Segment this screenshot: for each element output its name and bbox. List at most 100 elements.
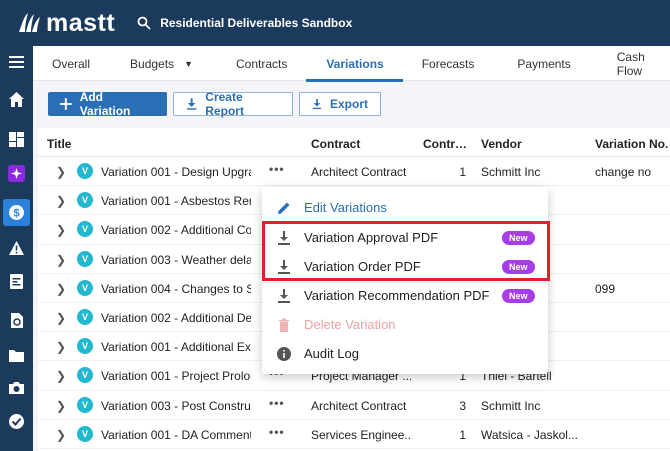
row-title[interactable]: Variation 003 - Weather delay [101,253,251,267]
camera-icon[interactable] [3,374,30,401]
menu-delete-variation[interactable]: Delete Variation [262,310,548,339]
more-options-icon[interactable]: ••• [269,396,285,410]
search-icon [137,16,151,30]
expand-chevron-icon[interactable]: ❯ [56,223,66,237]
variation-badge-icon: V [77,279,93,296]
checkmark-icon[interactable] [3,408,30,435]
expand-chevron-icon[interactable]: ❯ [56,340,66,354]
variation-badge-icon: V [77,192,93,209]
menu-audit-log[interactable]: Audit Log [262,339,548,368]
row-title[interactable]: Variation 003 - Post Construction [101,399,251,413]
table-row[interactable]: ❯ V Variation 001 - DA Comments ••• Serv… [38,420,670,449]
row-variation-no: 099 [595,281,616,296]
row-title[interactable]: Variation 002 - Additional Concrete [101,223,251,237]
info-icon [277,346,291,361]
more-options-icon[interactable]: ••• [269,425,285,439]
header-title[interactable]: Title [47,137,71,151]
logo-text: mastt [46,8,116,37]
logo[interactable]: mastt [16,9,115,38]
new-badge: New [502,289,535,303]
tab-cash-flow[interactable]: Cash Flow [590,46,670,81]
plus-icon [60,98,72,110]
menu-icon[interactable] [3,48,30,75]
tab-forecasts[interactable]: Forecasts [403,46,494,81]
left-rail: $ [0,46,33,451]
row-title[interactable]: Variation 001 - Project Prolongation [101,369,251,383]
variation-badge-icon: V [77,396,93,413]
table-row[interactable]: ❯ V Variation 001 - Design Upgrade ••• A… [38,157,670,187]
highlight-box [262,221,550,281]
row-contract: Architect Contract [311,165,407,179]
header-vendor[interactable]: Vendor [481,137,522,151]
menu-audit-label: Audit Log [304,346,359,361]
tab-contracts[interactable]: Contracts [212,46,306,81]
ai-sparkle-icon[interactable] [3,160,30,187]
trash-icon [279,318,289,332]
row-vendor: Watsica - Jaskol... [481,427,578,442]
row-title[interactable]: Variation 001 - Additional Excavation [101,340,251,354]
tab-budgets[interactable]: Budgets ▼ [109,46,212,81]
menu-edit-variations[interactable]: Edit Variations [262,193,548,222]
module-tabs: Overall Budgets ▼ Contracts Variations F… [33,46,670,82]
project-search[interactable]: Residential Deliverables Sandbox [137,16,352,30]
row-title[interactable]: Variation 001 - Design Upgrade [101,165,251,179]
add-variation-button[interactable]: Add Variation [48,90,167,118]
download-icon [278,288,290,303]
expand-chevron-icon[interactable]: ❯ [56,165,66,179]
row-contract-no: 1 [459,427,466,442]
variation-badge-icon: V [77,338,93,355]
svg-text:$: $ [13,208,19,220]
tab-payments[interactable]: Payments [493,46,589,81]
row-contract: Architect Contract [311,398,407,413]
row-contract: Services Enginee... [311,427,411,442]
create-report-button[interactable]: Create Report [173,90,293,118]
risk-warning-icon[interactable] [3,235,30,262]
variation-badge-icon: V [77,163,93,179]
header-contract[interactable]: Contract [311,137,360,151]
menu-recommendation-label: Variation Recommendation PDF [304,288,490,303]
expand-chevron-icon[interactable]: ❯ [56,194,66,208]
dashboard-icon[interactable] [3,126,30,153]
row-title[interactable]: Variation 002 - Additional Design [101,311,251,325]
toolbar: Add Variation Create Report Export [48,90,381,118]
folder-icon[interactable] [3,342,30,369]
variation-badge-icon: V [77,250,93,267]
home-icon[interactable] [3,86,30,113]
menu-edit-label: Edit Variations [304,200,387,215]
export-button[interactable]: Export [299,92,381,116]
more-options-icon[interactable]: ••• [269,162,285,176]
expand-chevron-icon[interactable]: ❯ [56,253,66,267]
expand-chevron-icon[interactable]: ❯ [56,311,66,325]
variation-badge-icon: V [77,425,93,442]
pencil-icon [278,202,290,214]
finance-dollar-icon[interactable]: $ [3,199,30,226]
expand-chevron-icon[interactable]: ❯ [56,428,66,442]
table-row[interactable]: ❯ V Variation 003 - Post Construction ••… [38,391,670,420]
download-icon [186,98,197,110]
document-icon[interactable] [3,268,30,295]
row-vendor: Schmitt Inc [481,398,541,413]
table-header: Title Contract Contr… Vendor Variation N… [38,128,670,157]
row-title[interactable]: Variation 001 - Asbestos Removal [101,194,251,208]
header-variation-no[interactable]: Variation No. [595,137,668,151]
sync-document-icon[interactable] [3,307,30,334]
row-vendor: Schmitt Inc [481,165,541,179]
tab-overall[interactable]: Overall [33,46,109,81]
menu-delete-label: Delete Variation [304,317,396,332]
create-report-label: Create Report [205,90,244,118]
variation-badge-icon: V [77,308,93,325]
tab-budgets-label: Budgets [130,56,175,71]
tab-variations[interactable]: Variations [306,46,404,82]
row-contract-no: 3 [459,398,466,413]
row-title[interactable]: Variation 001 - DA Comments [101,428,251,442]
expand-chevron-icon[interactable]: ❯ [56,399,66,413]
menu-recommendation-pdf[interactable]: Variation Recommendation PDF New [262,281,548,310]
expand-chevron-icon[interactable]: ❯ [56,369,66,383]
variation-badge-icon: V [77,367,93,384]
row-contract-no: 1 [459,165,466,179]
expand-chevron-icon[interactable]: ❯ [56,282,66,296]
export-label: Export [329,97,368,111]
row-variation-no: change no [595,165,652,179]
header-contract-no[interactable]: Contr… [423,137,467,151]
row-title[interactable]: Variation 004 - Changes to Structure [101,282,251,296]
